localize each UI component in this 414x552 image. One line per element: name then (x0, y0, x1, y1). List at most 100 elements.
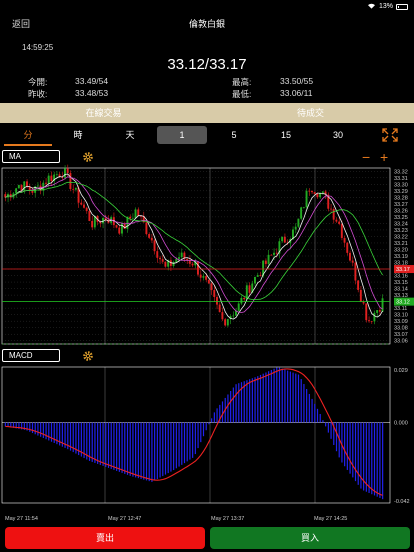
tab-period-15[interactable]: 15 (261, 124, 311, 146)
candle-body (370, 321, 373, 322)
candle-body (365, 303, 368, 321)
ma20-line (5, 181, 383, 300)
price-axis-label: 33.25 (394, 215, 408, 221)
ma10-line (5, 176, 383, 313)
zoom-in-icon[interactable]: + (380, 150, 388, 164)
open-value: 33.49/54 (75, 76, 109, 86)
candle-body (202, 276, 205, 278)
candle-body (191, 263, 194, 266)
period-tabs: 分 時 天 1 5 15 30 (0, 124, 414, 146)
candle-body (45, 182, 47, 184)
price-axis-label: 33.28 (394, 195, 408, 201)
price-axis-label: 33.24 (394, 221, 408, 227)
candle-body (207, 279, 210, 284)
candle-body (237, 303, 240, 311)
candle-body (15, 188, 18, 194)
candle-body (199, 274, 202, 278)
tab-period-5[interactable]: 5 (209, 124, 259, 146)
candle-body (243, 297, 246, 300)
candle-body (357, 280, 360, 290)
sell-button[interactable]: 賣出 (5, 527, 205, 549)
macd-indicator-select[interactable]: MACD (2, 349, 60, 362)
candle-body (118, 227, 121, 234)
candle-body (338, 221, 341, 224)
page-title: 倫敦白銀 (188, 19, 225, 29)
price-axis-label: 33.23 (394, 228, 408, 234)
price-axis-label: 33.14 (394, 287, 408, 293)
candle-body (17, 185, 20, 189)
candle-body (248, 285, 251, 293)
candle-body (308, 190, 311, 192)
price-axis-label: 33.06 (394, 339, 408, 345)
active-tab-indicator (4, 144, 52, 146)
trade-tab-bar: 在線交易 待成交 (0, 103, 414, 123)
price-axis-label: 33.15 (394, 280, 408, 286)
price-axis-label: 33.27 (394, 202, 408, 208)
open-label: 今開: (28, 77, 48, 87)
candle-body (283, 236, 286, 243)
zoom-out-icon[interactable]: − (362, 150, 370, 164)
candle-body (362, 301, 365, 304)
candle-body (145, 222, 148, 235)
macd-chart-svg: 0.029 0.000 -0.042 May 27 11:54 May 27 12:47… (1, 366, 410, 522)
battery-text: 13% (378, 3, 393, 10)
tab-pending-orders[interactable]: 待成交 (207, 103, 414, 123)
status-bar: 13% (0, 0, 414, 12)
candle-body (64, 168, 66, 178)
candle-body (180, 252, 183, 258)
time-axis-label: May 27 12:47 (108, 516, 141, 522)
candle-body (178, 257, 180, 259)
buy-button[interactable]: 買入 (210, 527, 410, 549)
candle-body (74, 187, 77, 190)
price-axis-label: 33.30 (394, 182, 408, 188)
ma-settings-gear-icon[interactable] (82, 150, 94, 162)
price-axis-label: 33.29 (394, 189, 408, 195)
low-label: 最低: (232, 89, 252, 99)
candle-body (226, 319, 229, 326)
macd-chart[interactable]: 0.029 0.000 -0.042 May 27 11:54 May 27 12:47… (0, 363, 414, 528)
tab-period-1[interactable]: 1 (157, 126, 207, 144)
ask-price-tag-label: 33.17 (396, 267, 410, 273)
candle-body (150, 237, 153, 241)
candle-body (213, 290, 216, 298)
candle-body (351, 260, 354, 263)
tab-period-day[interactable]: 天 (105, 124, 155, 146)
candle-body (330, 208, 332, 210)
candle-body (216, 297, 218, 305)
candle-body (378, 310, 381, 312)
candle-body (321, 191, 324, 193)
price-axis-label: 33.26 (394, 208, 408, 214)
tab-period-30[interactable]: 30 (313, 124, 363, 146)
low-value: 33.06/11 (280, 88, 313, 98)
candle-body (85, 207, 88, 212)
candle-body (210, 283, 213, 291)
candle-body (26, 181, 28, 187)
tab-period-hour[interactable]: 時 (53, 124, 103, 146)
macd-settings-gear-icon[interactable] (82, 349, 94, 361)
candle-body (300, 207, 303, 219)
candle-body (218, 304, 221, 313)
fullscreen-expand-icon[interactable] (381, 127, 399, 143)
candle-body (115, 225, 118, 228)
candle-body (302, 207, 305, 208)
price-axis-label: 33.09 (394, 319, 408, 325)
candle-body (153, 240, 156, 252)
candle-body (316, 193, 319, 198)
ma-indicator-select[interactable]: MA (2, 150, 60, 163)
price-chart[interactable]: 33.32 33.31 33.30 33.29 33.28 33.27 33.26 33.25… (0, 164, 414, 348)
candlestick-series (4, 164, 384, 328)
candle-body (88, 211, 91, 222)
candle-body (254, 276, 256, 284)
battery-charging-icon (396, 3, 408, 10)
bid-price-tag-label: 33.12 (396, 300, 410, 306)
candle-body (294, 226, 297, 230)
candle-body (148, 234, 151, 238)
tab-period-minute[interactable]: 分 (3, 124, 53, 146)
candle-body (264, 260, 267, 264)
status-icons: 13% (367, 2, 408, 11)
candle-body (137, 209, 140, 216)
tab-online-trading[interactable]: 在線交易 (0, 103, 207, 123)
candle-body (335, 219, 338, 222)
candle-body (156, 251, 159, 258)
candle-body (66, 168, 69, 174)
